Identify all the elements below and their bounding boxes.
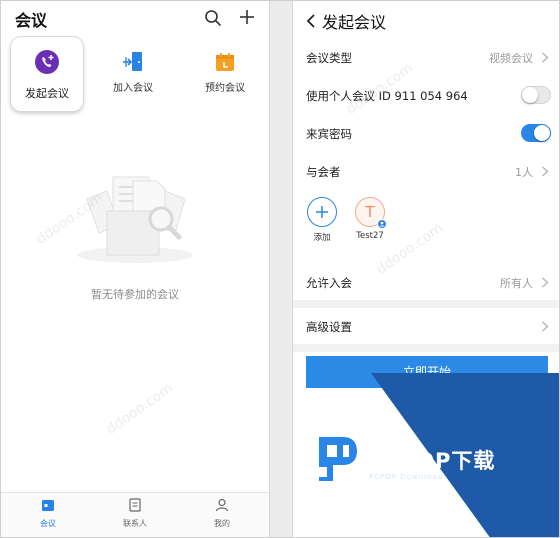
guest-password-row: 来宾密码 xyxy=(293,114,559,152)
screenshot-frame: 会议 发起会议 加入会议 预约会议 暂无待参加的会议 会议 联系人 我的 发起会… xyxy=(0,0,560,538)
plus-icon xyxy=(316,206,328,218)
participants-label: 与会者 xyxy=(306,165,341,179)
personal-id-label: 使用个人会议 ID 911 054 964 xyxy=(306,89,468,103)
phone-plus-icon xyxy=(35,50,59,74)
toggle-knob xyxy=(534,125,550,141)
allow-join-value: 所有人 xyxy=(500,277,533,290)
meeting-type-value: 视频会议 xyxy=(489,52,533,65)
join-meeting-button[interactable]: 加入会议 xyxy=(97,37,169,111)
participants-row[interactable]: 与会者 1人 xyxy=(293,152,559,190)
tab-contacts-label: 联系人 xyxy=(123,519,147,528)
tab-meetings[interactable]: 会议 xyxy=(18,497,78,529)
start-now-button[interactable]: 立即开始 xyxy=(306,356,548,388)
participants-list: 添加 T Test27 xyxy=(293,197,559,257)
schedule-meeting-label: 预约会议 xyxy=(205,83,245,94)
add-icon[interactable] xyxy=(238,8,256,26)
empty-documents-illustration xyxy=(77,176,193,263)
meeting-type-label: 会议类型 xyxy=(306,51,352,65)
page-title: 发起会议 xyxy=(322,13,387,32)
add-participant-button[interactable]: 添加 xyxy=(302,197,342,243)
calendar-icon xyxy=(216,53,234,71)
participant-item[interactable]: T Test27 xyxy=(350,197,390,241)
participant-name: Test27 xyxy=(356,231,384,241)
guest-password-toggle[interactable] xyxy=(521,124,551,142)
tab-me[interactable]: 我的 xyxy=(192,497,252,529)
page-title: 会议 xyxy=(15,11,48,30)
back-arrow-icon[interactable] xyxy=(305,13,317,29)
meeting-type-row[interactable]: 会议类型 视频会议 xyxy=(293,38,559,76)
contacts-icon xyxy=(129,498,141,512)
calendar-tab-icon xyxy=(42,500,54,511)
allow-join-label: 允许入会 xyxy=(306,276,352,290)
search-icon[interactable] xyxy=(204,9,222,27)
start-meeting-button[interactable]: 发起会议 xyxy=(11,37,83,111)
tab-meetings-label: 会议 xyxy=(40,519,56,528)
tab-contacts[interactable]: 联系人 xyxy=(105,497,165,529)
chevron-right-icon xyxy=(542,277,549,288)
person-icon xyxy=(215,498,229,512)
avatar: T xyxy=(355,197,387,229)
toggle-knob xyxy=(522,87,538,103)
meetings-screen: 会议 发起会议 加入会议 预约会议 暂无待参加的会议 会议 联系人 我的 xyxy=(1,1,269,537)
section-gap xyxy=(293,344,559,352)
allow-join-row[interactable]: 允许入会 所有人 xyxy=(293,263,559,301)
participants-count: 1人 xyxy=(515,166,533,179)
host-badge-icon xyxy=(377,219,387,229)
advanced-settings-row[interactable]: 高级设置 xyxy=(293,307,559,345)
personal-id-row: 使用个人会议 ID 911 054 964 xyxy=(293,76,559,114)
start-meeting-label: 发起会议 xyxy=(25,87,69,100)
empty-state-text: 暂无待参加的会议 xyxy=(91,288,179,301)
personal-id-toggle[interactable] xyxy=(521,86,551,104)
chevron-right-icon xyxy=(542,52,549,63)
start-meeting-screen: 发起会议 会议类型 视频会议 使用个人会议 ID 911 054 964 来宾密… xyxy=(293,1,559,537)
bottom-tab-bar: 会议 联系人 我的 xyxy=(1,492,269,537)
chevron-right-icon xyxy=(542,321,549,332)
schedule-meeting-button[interactable]: 预约会议 xyxy=(189,37,261,111)
advanced-settings-label: 高级设置 xyxy=(306,320,352,334)
join-door-icon xyxy=(123,52,142,71)
chevron-right-icon xyxy=(542,166,549,177)
tab-me-label: 我的 xyxy=(214,519,230,528)
join-meeting-label: 加入会议 xyxy=(113,83,153,94)
add-circle xyxy=(307,197,337,227)
add-participant-label: 添加 xyxy=(313,233,331,243)
guest-password-label: 来宾密码 xyxy=(306,127,352,141)
panel-divider xyxy=(269,1,293,537)
